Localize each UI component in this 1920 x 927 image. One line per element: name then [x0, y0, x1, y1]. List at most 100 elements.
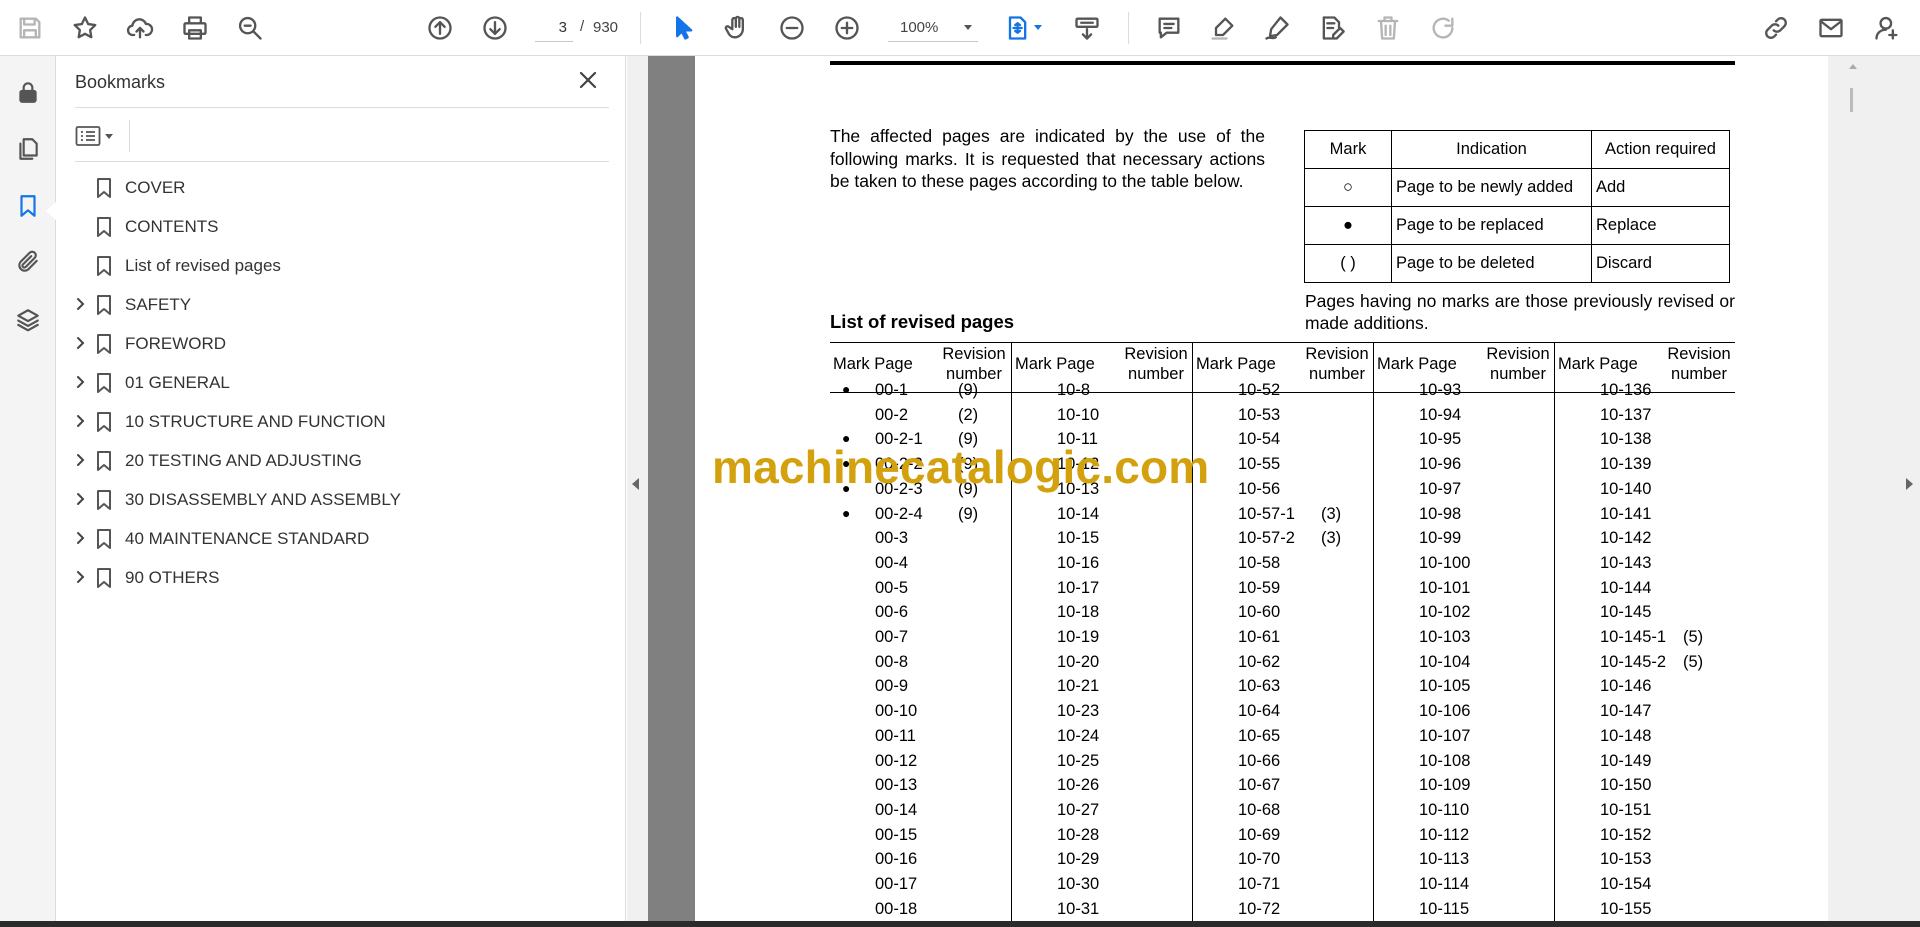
- row-page: 10-53: [1238, 405, 1281, 424]
- scrollbar-thumb[interactable]: [1850, 88, 1853, 112]
- vertical-scrollbar[interactable]: [1845, 56, 1861, 921]
- chevron-right-icon[interactable]: [74, 453, 88, 467]
- page-number-input[interactable]: [535, 14, 573, 42]
- scroll-up-icon[interactable]: [1849, 64, 1857, 69]
- collapse-left-panel-icon[interactable]: [632, 478, 639, 490]
- select-cursor-icon[interactable]: [664, 9, 702, 47]
- row-page: 10-24: [1057, 726, 1100, 745]
- chevron-right-icon[interactable]: [74, 336, 88, 350]
- row-page: 10-16: [1057, 553, 1100, 572]
- row-revision: (9): [958, 504, 979, 523]
- bookmark-item[interactable]: SAFETY: [68, 285, 608, 324]
- chevron-right-icon[interactable]: [74, 492, 88, 506]
- revised-page-row: 00-18: [830, 897, 1011, 921]
- hand-tool-icon[interactable]: [718, 9, 756, 47]
- chevron-right-icon[interactable]: [74, 297, 88, 311]
- revised-page-row: 10-100: [1374, 551, 1555, 576]
- chevron-right-icon[interactable]: [74, 570, 88, 584]
- bookmark-item[interactable]: FOREWORD: [68, 324, 608, 363]
- revised-page-row: 10-138: [1555, 427, 1736, 452]
- star-icon[interactable]: [66, 9, 104, 47]
- legend-indication: Page to be replaced: [1391, 206, 1592, 245]
- row-page: 10-18: [1057, 603, 1100, 622]
- legend-indication: Page to be newly added: [1391, 168, 1592, 207]
- divider: [75, 161, 609, 162]
- revised-page-row: 10-14: [1012, 502, 1193, 527]
- share-link-icon[interactable]: [1757, 9, 1795, 47]
- account-icon[interactable]: [1868, 9, 1906, 47]
- chevron-right-icon[interactable]: [74, 531, 88, 545]
- bookmark-options-button[interactable]: [75, 121, 119, 151]
- revised-page-row: 10-16: [1012, 551, 1193, 576]
- previous-page-icon[interactable]: [421, 9, 459, 47]
- bookmark-item[interactable]: 20 TESTING AND ADJUSTING: [68, 441, 608, 480]
- row-page: 10-103: [1419, 628, 1471, 646]
- revised-page-row: 10-21: [1012, 674, 1193, 699]
- close-icon[interactable]: [576, 68, 600, 92]
- bookmark-label: 01 GENERAL: [125, 373, 230, 392]
- layers-icon[interactable]: [9, 301, 47, 339]
- attachment-icon[interactable]: [9, 243, 47, 281]
- highlight-icon[interactable]: [1204, 9, 1242, 47]
- bookmark-icon: [95, 489, 115, 511]
- revised-page-row: 10-103: [1374, 625, 1555, 650]
- row-page: 10-63: [1238, 677, 1281, 696]
- zoom-dropdown[interactable]: 100%: [888, 14, 978, 42]
- panel-pointer: [46, 202, 56, 220]
- revised-page-row: 10-109: [1374, 773, 1555, 798]
- legend-header-action: Action required: [1591, 130, 1730, 169]
- chevron-right-icon[interactable]: [74, 375, 88, 389]
- revised-page-row: 00-5: [830, 576, 1011, 601]
- bookmark-label: List of revised pages: [125, 256, 281, 275]
- zoom-out-icon[interactable]: [773, 9, 811, 47]
- revised-page-row: 00-10: [830, 699, 1011, 724]
- revised-page-row: 00-14: [830, 798, 1011, 823]
- lock-icon[interactable]: [9, 73, 47, 111]
- bookmark-item[interactable]: 01 GENERAL: [68, 363, 608, 402]
- bookmark-item[interactable]: 10 STRUCTURE AND FUNCTION: [68, 402, 608, 441]
- row-page: 00-15: [875, 825, 918, 844]
- row-page: 00-3: [875, 529, 909, 548]
- row-page: 00-2: [875, 405, 909, 424]
- revised-page-row: 10-95: [1374, 427, 1555, 452]
- fit-page-icon[interactable]: [998, 9, 1042, 47]
- bookmark-item[interactable]: 40 MAINTENANCE STANDARD: [68, 519, 608, 558]
- bookmark-item[interactable]: CONTENTS: [68, 207, 608, 246]
- bookmark-item[interactable]: COVER: [68, 168, 608, 207]
- marks-legend-table: Mark Indication Action required ○ Page t…: [1304, 130, 1730, 283]
- redo-icon[interactable]: [1424, 9, 1462, 47]
- revised-page-row: 10-106: [1374, 699, 1555, 724]
- collapse-right-panel-icon[interactable]: [1906, 478, 1913, 490]
- next-page-icon[interactable]: [476, 9, 514, 47]
- save-icon[interactable]: [11, 9, 49, 47]
- row-revision: (9): [958, 381, 979, 399]
- bookmark-label: 10 STRUCTURE AND FUNCTION: [125, 412, 386, 431]
- delete-icon[interactable]: [1369, 9, 1407, 47]
- email-icon[interactable]: [1812, 9, 1850, 47]
- print-icon[interactable]: [176, 9, 214, 47]
- row-page: 10-20: [1057, 652, 1100, 671]
- page-thumbnails-icon[interactable]: [9, 130, 47, 168]
- revised-page-row: 10-112: [1374, 823, 1555, 848]
- revised-page-row: 10-59: [1193, 576, 1374, 601]
- revised-page-row: 00-11: [830, 724, 1011, 749]
- revised-page-row: 10-60: [1193, 600, 1374, 625]
- bookmark-icon: [95, 177, 115, 199]
- scroll-mode-icon[interactable]: [1068, 9, 1106, 47]
- bookmark-panel-icon[interactable]: [9, 187, 47, 225]
- row-mark: ●: [842, 381, 851, 397]
- zoom-in-icon[interactable]: [828, 9, 866, 47]
- draw-icon[interactable]: [1258, 9, 1296, 47]
- bookmark-item[interactable]: List of revised pages: [68, 246, 608, 285]
- row-page: 10-62: [1238, 652, 1281, 671]
- bookmarks-panel: Bookmarks COVER CONTENTS List of revised p…: [56, 56, 626, 921]
- edit-text-icon[interactable]: [1313, 9, 1351, 47]
- bookmark-item[interactable]: 90 OTHERS: [68, 558, 608, 597]
- find-icon[interactable]: [231, 9, 269, 47]
- chevron-right-icon[interactable]: [74, 414, 88, 428]
- bookmark-item[interactable]: 30 DISASSEMBLY AND ASSEMBLY: [68, 480, 608, 519]
- comment-icon[interactable]: [1150, 9, 1188, 47]
- cloud-upload-icon[interactable]: [121, 9, 159, 47]
- bookmarks-title: Bookmarks: [75, 72, 166, 92]
- revised-page-row: 10-114: [1374, 872, 1555, 897]
